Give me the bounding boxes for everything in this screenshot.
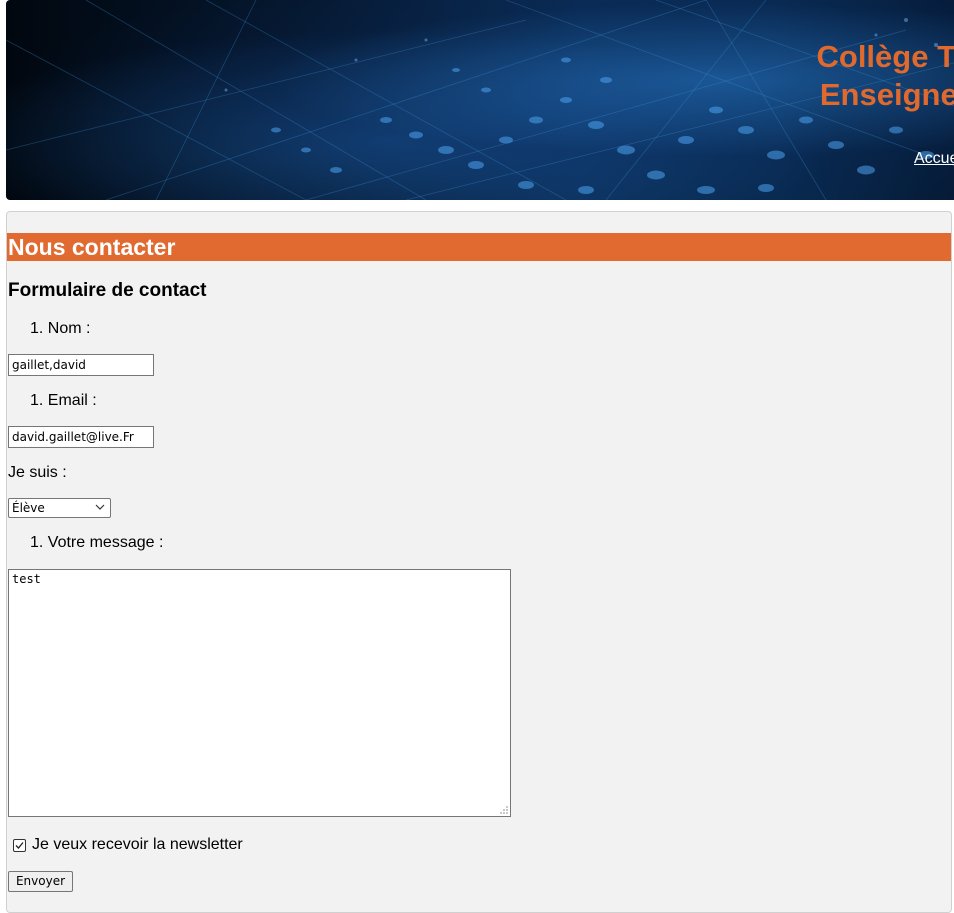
submit-button[interactable]: Envoyer: [8, 871, 73, 892]
nom-label: 1. Nom :: [30, 320, 90, 338]
resize-grip-icon[interactable]: [500, 806, 508, 814]
role-label: Je suis :: [8, 464, 67, 482]
site-title-line2: Enseignement de F: [598, 76, 954, 114]
site-title: Collège Technique "A Enseignement de F: [626, 38, 954, 114]
site-header-banner: Collège Technique "A Enseignement de F A…: [6, 0, 954, 200]
site-title-line1: Collège Technique "A: [817, 39, 954, 74]
message-textarea[interactable]: test: [8, 569, 511, 817]
nom-input[interactable]: gaillet,david: [8, 354, 154, 376]
nav-link-accueil[interactable]: Accueil: [914, 150, 954, 168]
form-heading: Formulaire de contact: [8, 280, 207, 302]
chevron-down-icon: [95, 504, 105, 511]
checkmark-icon: [14, 840, 25, 851]
message-label: 1. Votre message :: [30, 534, 163, 552]
message-value: test: [12, 572, 41, 586]
section-title-bar: Nous contacter: [7, 233, 951, 261]
newsletter-checkbox[interactable]: [13, 839, 26, 852]
role-select[interactable]: Élève: [8, 498, 111, 518]
email-input[interactable]: david.gaillet@live.Fr: [8, 426, 154, 448]
newsletter-label: Je veux recevoir la newsletter: [32, 836, 243, 854]
role-select-value: Élève: [12, 501, 45, 515]
email-label: 1. Email :: [30, 392, 97, 410]
main-content-panel: Nous contacter Formulaire de contact 1. …: [6, 211, 952, 913]
